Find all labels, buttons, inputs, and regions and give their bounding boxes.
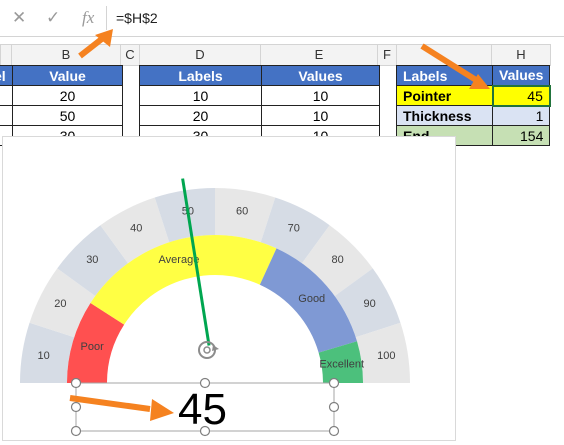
- arrow-to-pointer-value: [420, 43, 490, 89]
- arrow-to-formula: [78, 29, 113, 59]
- annotation-arrows: [69, 29, 490, 421]
- arrow-to-value-label: [69, 395, 174, 421]
